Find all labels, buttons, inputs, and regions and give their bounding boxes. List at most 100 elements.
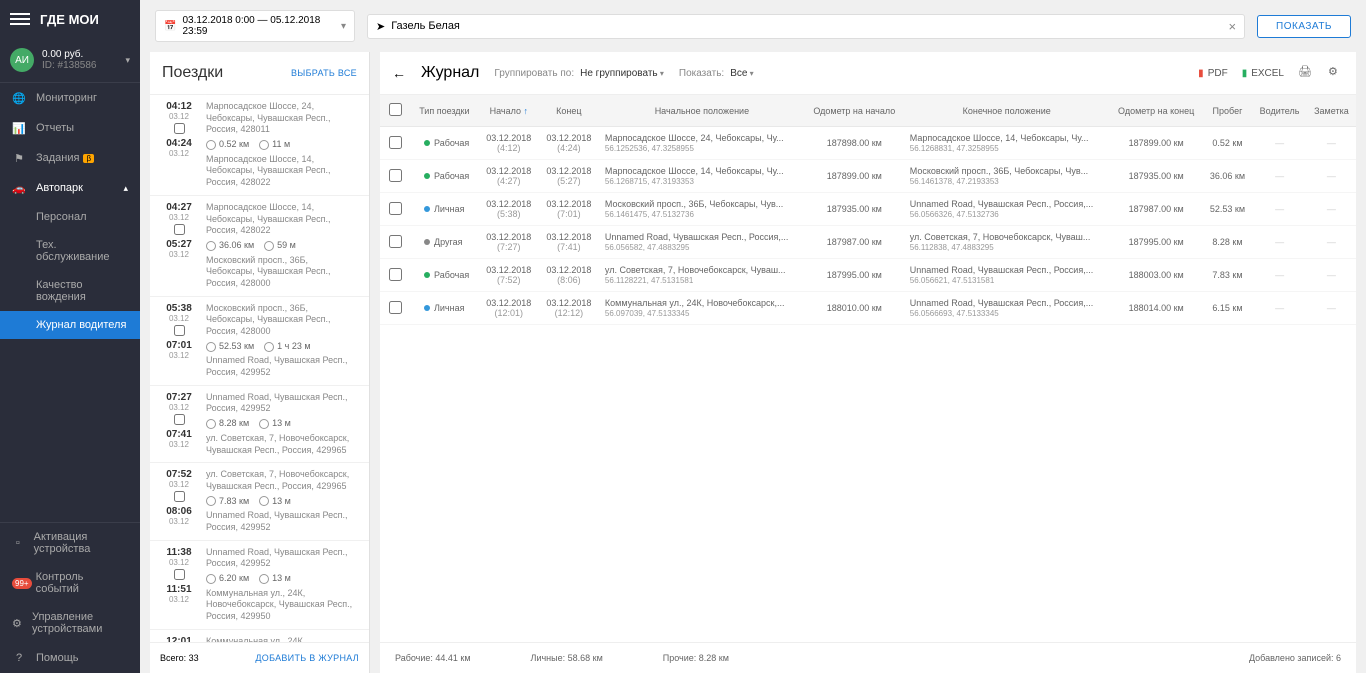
cell-start: 03.12.2018(4:27) <box>479 160 539 193</box>
nav-maintenance[interactable]: Тех. обслуживание <box>0 231 140 271</box>
select-all-checkbox[interactable] <box>389 103 402 116</box>
clear-object-icon[interactable]: × <box>1228 19 1236 34</box>
trip-item[interactable]: 05:38 03.12 07:01 03.12 Московский просп… <box>150 297 369 386</box>
cell-end-pos: ул. Советская, 7, Новочебоксарск, Чуваш.… <box>904 226 1110 259</box>
print-icon[interactable]: 🖨 <box>1298 65 1314 81</box>
table-row[interactable]: Рабочая 03.12.2018(7:52) 03.12.2018(8:06… <box>380 259 1356 292</box>
trip-checkbox[interactable] <box>174 224 185 235</box>
show-select[interactable]: Все <box>730 68 753 79</box>
nav-help[interactable]: ?Помощь <box>0 643 140 673</box>
export-pdf-button[interactable]: ▮ PDF <box>1198 68 1228 79</box>
chevron-up-icon: ▴ <box>123 183 128 194</box>
show-button[interactable]: ПОКАЗАТЬ <box>1257 15 1351 38</box>
hamburger-icon[interactable] <box>10 10 30 28</box>
settings-icon[interactable]: ⚙ <box>1328 65 1344 81</box>
trip-item[interactable]: 11:38 03.12 11:51 03.12 Unnamed Road, Чу… <box>150 541 369 630</box>
group-by-select[interactable]: Не группировать <box>580 68 664 79</box>
cell-start-pos: Марпосадское Шоссе, 14, Чебоксары, Чу...… <box>599 160 805 193</box>
cell-end-pos: Unnamed Road, Чувашская Респ., Россия,..… <box>904 292 1110 325</box>
cell-odo-end: 187935.00 км <box>1110 160 1203 193</box>
nav-staff[interactable]: Персонал <box>0 203 140 231</box>
table-row[interactable]: Рабочая 03.12.2018(4:12) 03.12.2018(4:24… <box>380 127 1356 160</box>
col-start-pos[interactable]: Начальное положение <box>599 95 805 127</box>
trip-start-date: 03.12 <box>160 112 198 121</box>
trip-duration: 13 м <box>259 573 291 585</box>
row-checkbox[interactable] <box>389 202 402 215</box>
nav-quality[interactable]: Качество вождения <box>0 271 140 311</box>
trips-panel: Поездки ВЫБРАТЬ ВСЕ 04:12 03.12 04:24 03… <box>150 52 370 673</box>
trip-checkbox[interactable] <box>174 325 185 336</box>
journal-header: ← Журнал Группировать по: Не группироват… <box>380 52 1356 95</box>
row-checkbox[interactable] <box>389 301 402 314</box>
table-row[interactable]: Личная 03.12.2018(5:38) 03.12.2018(7:01)… <box>380 193 1356 226</box>
cell-mileage: 36.06 км <box>1203 160 1253 193</box>
trip-start-date: 03.12 <box>160 558 198 567</box>
journal-panel: ← Журнал Группировать по: Не группироват… <box>380 52 1356 673</box>
beta-badge: β <box>83 154 94 163</box>
select-all-button[interactable]: ВЫБРАТЬ ВСЕ <box>291 68 357 78</box>
nav-fleet[interactable]: 🚗Автопарк▴ <box>0 173 140 203</box>
show-label: Показать: <box>679 68 724 79</box>
trip-end-address: Unnamed Road, Чувашская Респ., Россия, 4… <box>206 510 359 533</box>
add-to-journal-button[interactable]: ДОБАВИТЬ В ЖУРНАЛ <box>255 653 359 663</box>
col-end[interactable]: Конец <box>539 95 599 127</box>
nav-reports[interactable]: 📊Отчеты <box>0 113 140 143</box>
back-arrow-icon[interactable]: ← <box>392 65 406 81</box>
trip-type: Рабочая <box>416 270 473 280</box>
table-row[interactable]: Другая 03.12.2018(7:27) 03.12.2018(7:41)… <box>380 226 1356 259</box>
trip-item[interactable]: 04:27 03.12 05:27 03.12 Марпосадское Шос… <box>150 196 369 297</box>
export-excel-button[interactable]: ▮ EXCEL <box>1242 68 1284 79</box>
table-row[interactable]: Рабочая 03.12.2018(4:27) 03.12.2018(5:27… <box>380 160 1356 193</box>
trip-start-time: 04:27 <box>160 202 198 213</box>
row-checkbox[interactable] <box>389 169 402 182</box>
col-start[interactable]: Начало ↑ <box>479 95 539 127</box>
col-odo-end[interactable]: Одометр на конец <box>1110 95 1203 127</box>
cell-start-pos: Марпосадское Шоссе, 24, Чебоксары, Чу...… <box>599 127 805 160</box>
trip-item[interactable]: 07:27 03.12 07:41 03.12 Unnamed Road, Чу… <box>150 386 369 463</box>
col-driver[interactable]: Водитель <box>1252 95 1307 127</box>
col-odo-start[interactable]: Одометр на начало <box>805 95 904 127</box>
date-range-picker[interactable]: 📅 03.12.2018 0:00 — 05.12.2018 23:59 ▾ <box>155 10 355 42</box>
col-note[interactable]: Заметка <box>1307 95 1356 127</box>
trip-end-address: Коммунальная ул., 24К, Новочебоксарск, Ч… <box>206 588 359 623</box>
device-icon: ▫ <box>12 536 24 550</box>
table-row[interactable]: Личная 03.12.2018(12:01) 03.12.2018(12:1… <box>380 292 1356 325</box>
trip-end-date: 03.12 <box>160 149 198 158</box>
cell-end: 03.12.2018(12:12) <box>539 292 599 325</box>
nav-tasks[interactable]: ⚑Заданияβ <box>0 143 140 173</box>
nav-journal[interactable]: Журнал водителя <box>0 311 140 339</box>
distance-icon <box>206 419 216 429</box>
trip-duration: 59 м <box>264 240 296 252</box>
nav-devices[interactable]: ⚙Управление устройствами <box>0 603 140 643</box>
trip-item[interactable]: 04:12 03.12 04:24 03.12 Марпосадское Шос… <box>150 95 369 196</box>
clock-icon <box>264 342 274 352</box>
object-picker[interactable]: ➤ Газель Белая × <box>367 14 1245 39</box>
trip-duration: 13 м <box>259 418 291 430</box>
trip-type: Рабочая <box>416 171 473 181</box>
trip-distance: 8.28 км <box>206 418 249 430</box>
col-end-pos[interactable]: Конечное положение <box>904 95 1110 127</box>
trips-list[interactable]: 04:12 03.12 04:24 03.12 Марпосадское Шос… <box>150 95 369 642</box>
cell-start-pos: Московский просп., 36Б, Чебоксары, Чув..… <box>599 193 805 226</box>
row-checkbox[interactable] <box>389 136 402 149</box>
trip-checkbox[interactable] <box>174 569 185 580</box>
nav-events[interactable]: 99+Контроль событий <box>0 563 140 603</box>
trip-duration: 11 м <box>259 139 290 151</box>
calendar-icon: 📅 <box>164 21 176 32</box>
cell-note: — <box>1307 259 1356 292</box>
row-checkbox[interactable] <box>389 235 402 248</box>
trip-item[interactable]: 07:52 03.12 08:06 03.12 ул. Советская, 7… <box>150 463 369 540</box>
nav-activation[interactable]: ▫Активация устройства <box>0 523 140 563</box>
trip-item[interactable]: 12:01 03.12 12:12 03.12 Коммунальная ул.… <box>150 630 369 642</box>
cell-driver: — <box>1252 127 1307 160</box>
nav-monitoring[interactable]: 🌐Мониторинг <box>0 83 140 113</box>
trip-checkbox[interactable] <box>174 414 185 425</box>
row-checkbox[interactable] <box>389 268 402 281</box>
col-mileage[interactable]: Пробег <box>1203 95 1253 127</box>
trip-start-address: ул. Советская, 7, Новочебоксарск, Чувашс… <box>206 469 359 492</box>
user-block[interactable]: АИ 0.00 руб. ID: #138586 ▾ <box>0 38 140 83</box>
col-checkbox[interactable] <box>380 95 410 127</box>
trip-checkbox[interactable] <box>174 123 185 134</box>
col-type[interactable]: Тип поездки <box>410 95 479 127</box>
trip-checkbox[interactable] <box>174 491 185 502</box>
